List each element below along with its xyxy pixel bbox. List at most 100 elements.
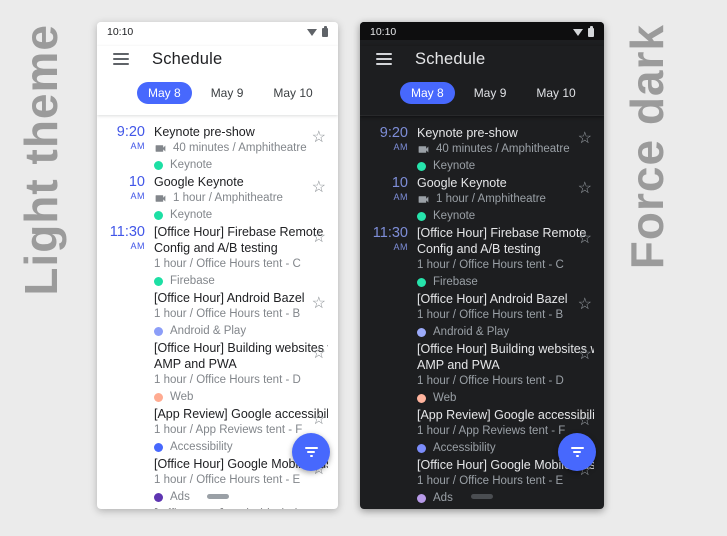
session-time: 10 AM <box>105 174 145 221</box>
session-meta: 1 hour / Office Hours tent - B <box>417 309 564 321</box>
session-item[interactable]: 9:20 AM Keynote pre-show 40 minutes / Amphi… <box>368 125 594 173</box>
session-tag: Firebase <box>154 275 328 287</box>
date-tabs: May 8 May 9 May 10 <box>97 72 338 115</box>
tag-dot-icon <box>417 277 426 287</box>
tab-may-8[interactable]: May 8 <box>400 82 455 104</box>
session-tag: Ads <box>154 491 328 503</box>
session-time: 11:30 AM <box>368 225 408 288</box>
session-title: Keynote pre-show <box>417 126 518 140</box>
wifi-icon <box>307 28 317 36</box>
meridiem: AM <box>130 141 145 151</box>
session-meta: 40 minutes / Amphitheatre <box>154 141 328 155</box>
videocam-icon <box>155 144 166 152</box>
star-icon[interactable]: ☆ <box>578 296 592 313</box>
session-meta: 1 hour / Office Hours tent - D <box>417 375 564 387</box>
session-tag: Keynote <box>154 209 328 221</box>
star-icon[interactable]: ☆ <box>312 345 326 362</box>
page-title: Schedule <box>152 49 223 68</box>
session-item[interactable]: 11:30 AM [Office Hour] Firebase Remote Con… <box>105 224 328 288</box>
session-title: [Office Hour] Building websites with AMP… <box>154 341 328 371</box>
star-icon[interactable]: ☆ <box>578 346 592 363</box>
star-icon[interactable]: ☆ <box>578 230 592 247</box>
session-time <box>105 506 145 509</box>
session-meta: 1 hour / Office Hours tent - C <box>417 259 564 271</box>
tab-may-8[interactable]: May 8 <box>137 82 192 104</box>
session-tag: Android & Play <box>417 326 594 338</box>
app-header: Schedule May 8 May 9 May 10 <box>97 46 338 115</box>
session-item[interactable]: [Office Hour] Android Vitals <box>368 507 594 509</box>
tag-dot-icon <box>154 326 163 336</box>
session-title: [Office Hour] Android Bazel <box>154 291 305 305</box>
tab-may-9[interactable]: May 9 <box>463 82 518 104</box>
status-bar: 10:10 <box>360 22 604 40</box>
star-icon[interactable]: ☆ <box>312 179 326 196</box>
time-value: 10 <box>391 175 408 191</box>
light-theme-label: Light theme <box>15 24 67 296</box>
star-icon[interactable]: ☆ <box>312 129 326 146</box>
filter-fab-button[interactable] <box>558 433 596 471</box>
session-tag: Ads <box>417 492 594 504</box>
tag-dot-icon <box>154 160 163 170</box>
status-time: 10:10 <box>370 26 397 38</box>
session-title: [Office Hour] Firebase Remote Config and… <box>154 225 324 255</box>
date-tabs: May 8 May 9 May 10 <box>360 72 604 115</box>
videocam-icon <box>418 195 429 203</box>
hamburger-menu-icon[interactable] <box>113 53 129 65</box>
star-icon[interactable]: ☆ <box>578 180 592 197</box>
status-bar: 10:10 <box>97 22 338 40</box>
star-icon[interactable]: ☆ <box>312 411 326 428</box>
session-title: [Office Hour] Android Vitals <box>417 507 594 509</box>
star-icon[interactable]: ☆ <box>578 130 592 147</box>
session-time <box>368 291 408 338</box>
videocam-icon <box>155 194 166 202</box>
hamburger-menu-icon[interactable] <box>376 53 392 65</box>
session-meta: 1 hour / Office Hours tent - E <box>154 474 301 486</box>
tag-dot-icon <box>417 211 426 221</box>
time-value: 10 <box>128 174 145 190</box>
session-item[interactable]: 9:20 AM Keynote pre-show 40 minutes / Amphi… <box>105 124 328 172</box>
tab-may-10[interactable]: May 10 <box>262 82 323 104</box>
tag-dot-icon <box>417 443 426 453</box>
tag-dot-icon <box>154 442 163 452</box>
star-icon[interactable]: ☆ <box>312 295 326 312</box>
tab-may-9[interactable]: May 9 <box>200 82 255 104</box>
session-item[interactable]: [Office Hour] Building websites with AMP… <box>105 340 328 403</box>
videocam-icon <box>418 145 429 153</box>
session-item[interactable]: [Office Hour] Android Bazel 1 hour / Offi… <box>368 291 594 338</box>
tag-dot-icon <box>154 210 163 220</box>
session-item[interactable]: [Office Hour] Android Bazel 1 hour / Offi… <box>105 290 328 337</box>
time-value: 11:30 <box>109 224 145 240</box>
session-title: Google Keynote <box>154 175 244 189</box>
meridiem: AM <box>130 191 145 201</box>
star-icon[interactable]: ☆ <box>312 229 326 246</box>
session-title: [Office Hour] Android Bazel <box>417 292 568 306</box>
tag-dot-icon <box>417 327 426 337</box>
page-background: Light theme Force dark 10:10 Schedule Ma… <box>0 0 727 536</box>
meridiem: AM <box>393 242 408 252</box>
home-indicator[interactable] <box>471 494 493 499</box>
time-value: 9:20 <box>379 125 408 141</box>
meridiem: AM <box>393 142 408 152</box>
session-item[interactable]: [Office Hour] Building websites with AMP… <box>368 341 594 404</box>
force-dark-label: Force dark <box>621 24 673 270</box>
app-header: Schedule May 8 May 9 May 10 <box>360 46 604 116</box>
filter-fab-button[interactable] <box>292 433 330 471</box>
session-item[interactable]: 10 AM Google Keynote 1 hour / Amphitheatre K… <box>368 175 594 223</box>
session-time <box>368 407 408 454</box>
session-meta: 1 hour / Office Hours tent - C <box>154 258 301 270</box>
meridiem: AM <box>393 192 408 202</box>
session-item[interactable]: [Office Hour] Android Vitals <box>105 506 328 509</box>
meridiem: AM <box>130 241 145 251</box>
star-icon[interactable]: ☆ <box>578 412 592 429</box>
session-time <box>105 340 145 403</box>
tag-dot-icon <box>417 393 426 403</box>
session-item[interactable]: 11:30 AM [Office Hour] Firebase Remote Con… <box>368 225 594 289</box>
session-time <box>105 456 145 503</box>
session-item[interactable]: 10 AM Google Keynote 1 hour / Amphitheatre K… <box>105 174 328 222</box>
tab-may-10[interactable]: May 10 <box>525 82 586 104</box>
time-value: 11:30 <box>372 225 408 241</box>
session-tag: Web <box>417 392 594 404</box>
home-indicator[interactable] <box>206 494 229 499</box>
session-time: 11:30 AM <box>105 224 145 287</box>
session-tag: Firebase <box>417 276 594 288</box>
